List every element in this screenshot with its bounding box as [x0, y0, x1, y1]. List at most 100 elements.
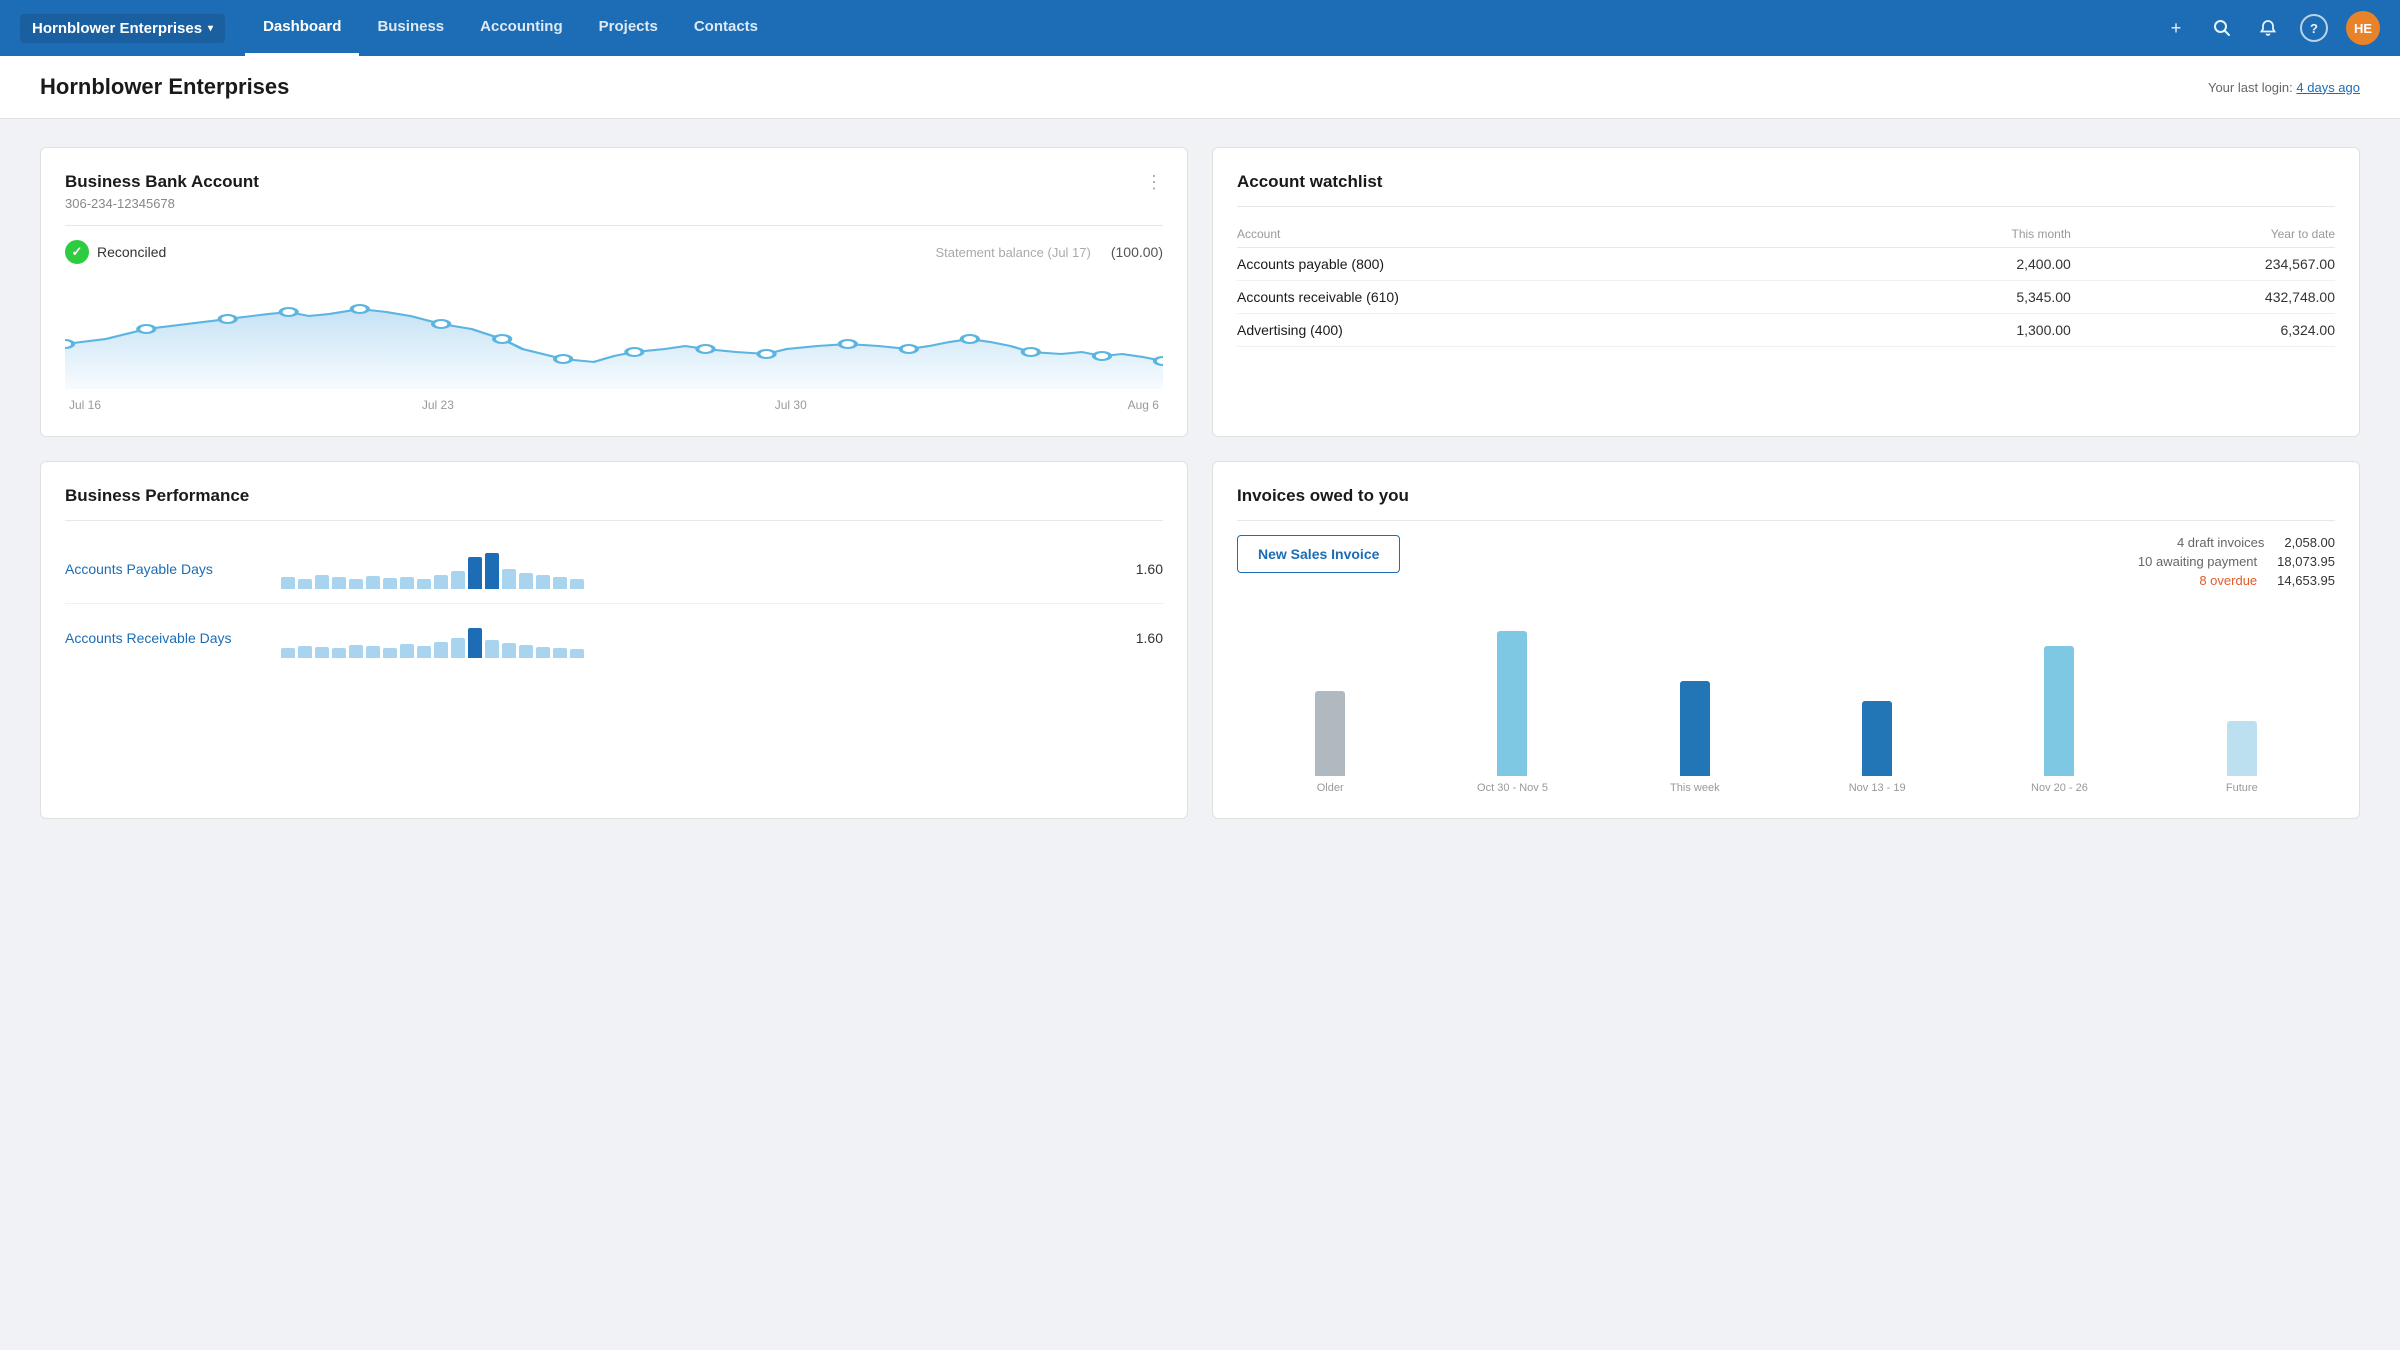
perf-bar: [468, 557, 482, 589]
bar-label-4: Nov 20 - 26: [2031, 782, 2088, 794]
bar-future: [2227, 721, 2257, 776]
bar-group-0: Older: [1241, 636, 1419, 794]
bar-wrapper-1: [1497, 636, 1527, 776]
table-row: Accounts payable (800) 2,400.00 234,567.…: [1237, 248, 2335, 281]
perf-bar: [570, 649, 584, 658]
nav-link-projects[interactable]: Projects: [581, 0, 676, 56]
bank-sparkline: [65, 274, 1163, 394]
watchlist-header-row: Account This month Year to date: [1237, 221, 2335, 248]
perf-bar: [349, 645, 363, 658]
perf-label-0[interactable]: Accounts Payable Days: [65, 561, 265, 577]
perf-bar: [400, 644, 414, 658]
perf-bar: [383, 578, 397, 589]
perf-bar: [298, 646, 312, 658]
bar-nov13: [1862, 701, 1892, 776]
overdue-amount: 14,653.95: [2277, 573, 2335, 588]
user-avatar[interactable]: HE: [2346, 11, 2380, 45]
perf-bar: [366, 576, 380, 589]
row0-account: Accounts payable (800): [1237, 248, 1847, 281]
perf-bar: [434, 642, 448, 658]
bank-info: Business Bank Account 306-234-12345678: [65, 172, 259, 211]
add-icon[interactable]: +: [2162, 14, 2190, 42]
bar-group-3: Nov 13 - 19: [1788, 636, 1966, 794]
bank-menu-icon[interactable]: ⋮: [1145, 172, 1163, 193]
search-icon[interactable]: [2208, 14, 2236, 42]
reconciled-row: ✓ Reconciled Statement balance (Jul 17) …: [65, 240, 1163, 264]
perf-bar: [519, 573, 533, 589]
perf-bar: [451, 638, 465, 658]
table-row: Advertising (400) 1,300.00 6,324.00: [1237, 314, 2335, 347]
perf-bar: [536, 647, 550, 658]
statement-label: Statement balance (Jul 17): [935, 245, 1090, 260]
perf-bars-1: [281, 618, 1107, 658]
bar-label-5: Future: [2226, 782, 2258, 794]
check-circle-icon: ✓: [65, 240, 89, 264]
bar-older: [1315, 691, 1345, 776]
chart-label-2: Jul 30: [775, 398, 807, 412]
row0-ytd: 234,567.00: [2071, 248, 2335, 281]
perf-bar: [536, 575, 550, 589]
bar-group-1: Oct 30 - Nov 5: [1423, 636, 1601, 794]
invoices-card: Invoices owed to you New Sales Invoice 4…: [1212, 461, 2360, 819]
bell-icon[interactable]: [2254, 14, 2282, 42]
bar-wrapper-2: [1680, 636, 1710, 776]
perf-bar: [349, 579, 363, 589]
nav-link-business[interactable]: Business: [359, 0, 462, 56]
bar-label-3: Nov 13 - 19: [1849, 782, 1906, 794]
performance-title: Business Performance: [65, 486, 1163, 506]
bank-header: Business Bank Account 306-234-12345678 ⋮: [65, 172, 1163, 211]
nav-links: Dashboard Business Accounting Projects C…: [245, 0, 2162, 56]
row1-this-month: 5,345.00: [1847, 281, 2071, 314]
bar-this-week: [1680, 681, 1710, 776]
statement-info: Statement balance (Jul 17) (100.00): [935, 244, 1163, 260]
overdue-label: 8 overdue: [2199, 573, 2257, 588]
bar-oct: [1497, 631, 1527, 776]
perf-bar: [485, 640, 499, 658]
perf-bar: [315, 575, 329, 589]
nav-link-accounting[interactable]: Accounting: [462, 0, 581, 56]
bank-account-card: Business Bank Account 306-234-12345678 ⋮…: [40, 147, 1188, 437]
bar-wrapper-4: [2044, 636, 2074, 776]
bank-title: Business Bank Account: [65, 172, 259, 192]
nav-link-contacts[interactable]: Contacts: [676, 0, 776, 56]
perf-bar: [519, 645, 533, 658]
watchlist-thead: Account This month Year to date: [1237, 221, 2335, 248]
perf-label-1[interactable]: Accounts Receivable Days: [65, 630, 265, 646]
performance-card: Business Performance Accounts Payable Da…: [40, 461, 1188, 819]
perf-bar: [383, 648, 397, 658]
bank-account-number: 306-234-12345678: [65, 196, 259, 211]
watchlist-title: Account watchlist: [1237, 172, 2335, 192]
help-icon[interactable]: ?: [2300, 14, 2328, 42]
row1-ytd: 432,748.00: [2071, 281, 2335, 314]
brand-chevron: ▾: [208, 23, 213, 34]
col-account: Account: [1237, 221, 1847, 248]
statement-balance: (100.00): [1111, 244, 1163, 260]
table-row: Accounts receivable (610) 5,345.00 432,7…: [1237, 281, 2335, 314]
perf-bar: [366, 646, 380, 658]
last-login-link[interactable]: 4 days ago: [2296, 80, 2360, 95]
brand-name: Hornblower Enterprises: [32, 20, 202, 37]
perf-bar: [502, 569, 516, 589]
perf-bar: [502, 643, 516, 658]
draft-label: 4 draft invoices: [2177, 535, 2264, 550]
bar-label-0: Older: [1317, 782, 1344, 794]
invoices-top: New Sales Invoice 4 draft invoices 2,058…: [1237, 535, 2335, 588]
perf-bar: [315, 647, 329, 658]
bar-wrapper-5: [2227, 636, 2257, 776]
col-year-to-date: Year to date: [2071, 221, 2335, 248]
new-invoice-button[interactable]: New Sales Invoice: [1237, 535, 1400, 573]
perf-bar: [298, 579, 312, 589]
row1-account: Accounts receivable (610): [1237, 281, 1847, 314]
chart-label-0: Jul 16: [69, 398, 101, 412]
perf-bar: [468, 628, 482, 658]
awaiting-label: 10 awaiting payment: [2138, 554, 2257, 569]
bar-wrapper-3: [1862, 636, 1892, 776]
perf-bar: [417, 579, 431, 589]
nav-link-dashboard[interactable]: Dashboard: [245, 0, 359, 56]
perf-bar: [332, 648, 346, 658]
perf-bars-0: [281, 549, 1107, 589]
bank-divider: [65, 225, 1163, 226]
row2-account: Advertising (400): [1237, 314, 1847, 347]
invoices-divider: [1237, 520, 2335, 521]
brand-logo[interactable]: Hornblower Enterprises ▾: [20, 14, 225, 43]
